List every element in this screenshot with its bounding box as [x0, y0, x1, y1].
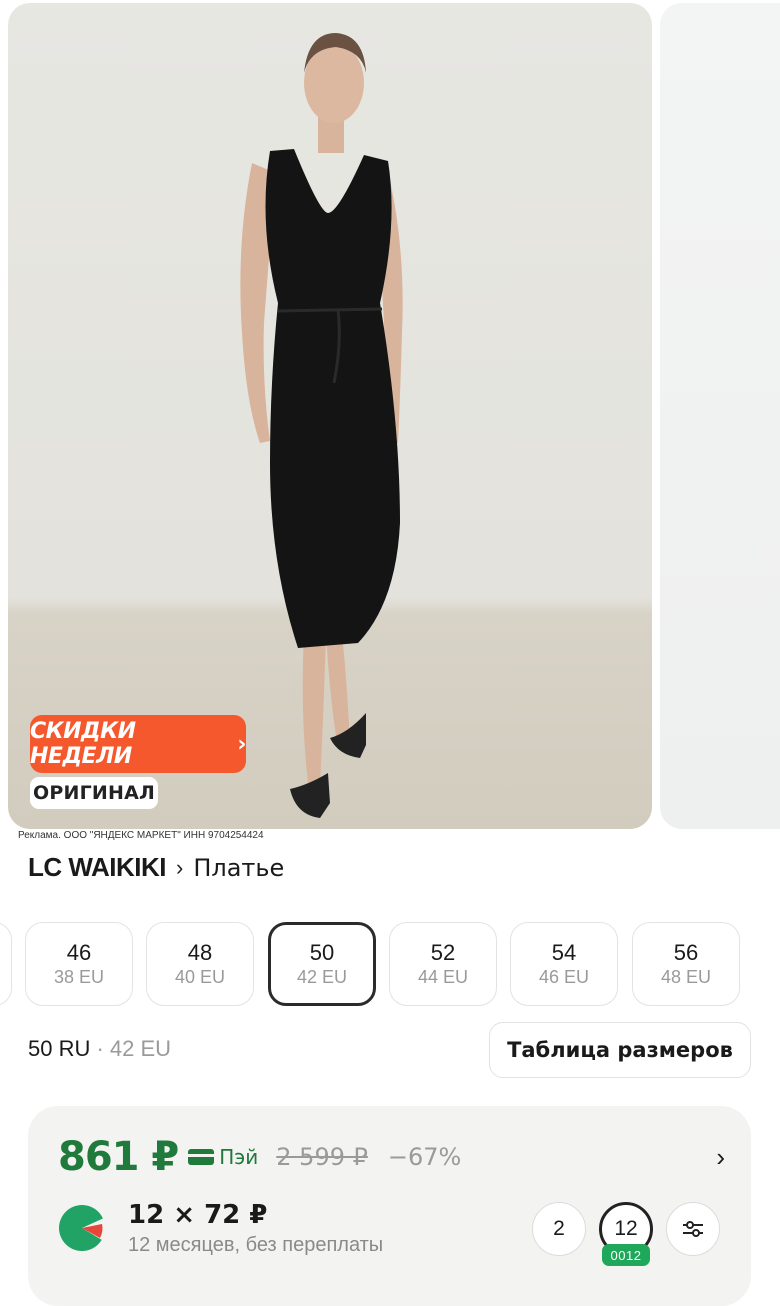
- size-option[interactable]: 46 38 EU: [25, 922, 133, 1006]
- breadcrumb: LC WAIKIKI › Платье: [28, 852, 284, 883]
- pay-text: Пэй: [219, 1145, 259, 1169]
- size-eu: 48 EU: [660, 967, 712, 987]
- promo-label: Скидки недели: [30, 719, 136, 769]
- filter-settings-icon: [683, 1221, 703, 1237]
- size-option[interactable]: 48 40 EU: [146, 922, 254, 1006]
- size-table-button[interactable]: Таблица размеров: [489, 1022, 751, 1078]
- next-photo-preview[interactable]: [660, 3, 780, 829]
- size-eu: 38 EU: [53, 967, 105, 987]
- filter-settings-button[interactable]: [666, 1202, 720, 1256]
- product-photo[interactable]: Скидки недели › ОРИГИНАЛ: [8, 3, 652, 829]
- model-illustration: [240, 33, 403, 818]
- size-option-partial[interactable]: [0, 922, 12, 1006]
- old-price: 2 599 ₽: [276, 1143, 368, 1171]
- product-gallery[interactable]: Скидки недели › ОРИГИНАЛ: [8, 3, 780, 829]
- chevron-right-icon: ›: [176, 854, 184, 880]
- split-amount: 12 × 72 ₽: [128, 1200, 268, 1230]
- size-ru: 52: [430, 940, 456, 965]
- category-link[interactable]: Платье: [193, 854, 284, 882]
- size-option[interactable]: 56 48 EU: [632, 922, 740, 1006]
- selected-size-dot: ·: [90, 1036, 110, 1061]
- size-eu: 40 EU: [174, 967, 226, 987]
- size-option[interactable]: 52 44 EU: [389, 922, 497, 1006]
- size-ru: 46: [66, 940, 92, 965]
- price-row: 861 ₽ Пэй 2 599 ₽ −67%: [58, 1134, 461, 1180]
- size-ru: 56: [673, 940, 699, 965]
- size-ru: 48: [187, 940, 213, 965]
- discount-percent: −67%: [387, 1143, 462, 1171]
- term-option[interactable]: 2: [532, 1202, 586, 1256]
- pay-label: Пэй: [188, 1145, 258, 1169]
- chevron-right-icon: ›: [237, 731, 246, 757]
- card-icon: [188, 1149, 215, 1165]
- weekly-discounts-button[interactable]: Скидки недели ›: [30, 715, 246, 773]
- size-eu: 46 EU: [538, 967, 590, 987]
- split-logo-icon: [59, 1205, 106, 1251]
- brand-link[interactable]: LC WAIKIKI: [28, 852, 167, 883]
- selected-size-label: 50 RU · 42 EU: [28, 1036, 171, 1062]
- size-option[interactable]: 54 46 EU: [510, 922, 618, 1006]
- size-selector: 46 38 EU 48 40 EU 50 42 EU 52 44 EU 54 4…: [0, 922, 780, 1008]
- size-ru: 50: [309, 940, 335, 965]
- chevron-right-icon[interactable]: ›: [716, 1142, 725, 1173]
- original-badge: ОРИГИНАЛ: [30, 777, 158, 809]
- term-tag: 0012: [602, 1244, 650, 1266]
- price-card[interactable]: 861 ₽ Пэй 2 599 ₽ −67% › 12 × 72 ₽ 12 ме…: [28, 1106, 751, 1306]
- size-eu: 42 EU: [296, 967, 348, 987]
- current-price: 861 ₽: [58, 1134, 179, 1180]
- size-option-selected[interactable]: 50 42 EU: [268, 922, 376, 1006]
- size-eu: 44 EU: [417, 967, 469, 987]
- size-ru: 54: [551, 940, 577, 965]
- selected-size-eu: 42 EU: [109, 1036, 172, 1061]
- ad-disclaimer: Реклама. ООО "ЯНДЕКС МАРКЕТ" ИНН 9704254…: [18, 830, 264, 841]
- selected-size-ru: 50 RU: [28, 1036, 91, 1061]
- split-description: 12 месяцев, без переплаты: [128, 1234, 384, 1256]
